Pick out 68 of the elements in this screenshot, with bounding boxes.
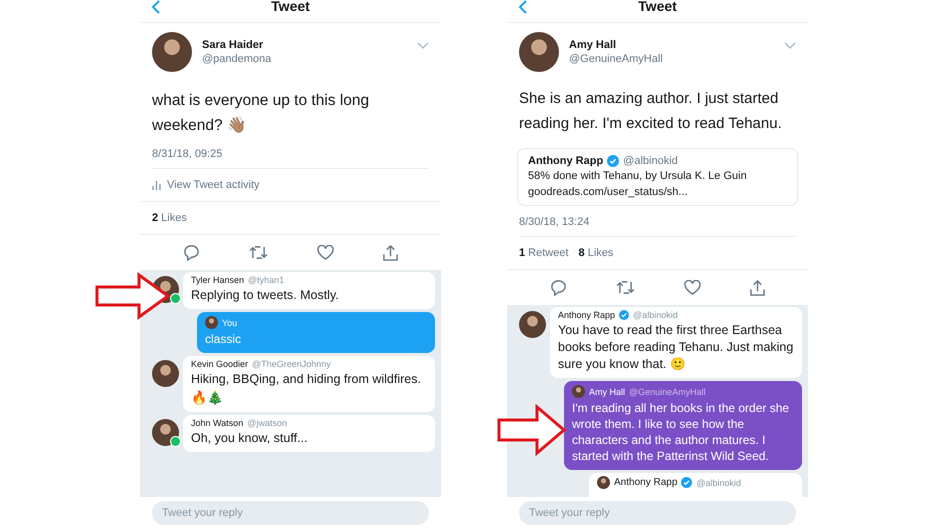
share-icon[interactable] (383, 244, 398, 260)
outline-arrow-icon (95, 272, 171, 320)
author-name: Sara Haider (202, 39, 264, 51)
reply-card[interactable]: Kevin Goodier @TheGreenJohnny Hiking, BBQing, and hiding from wildfires. 🔥🎄 (183, 356, 435, 412)
reply-author-handle: @albinokid (633, 310, 678, 320)
emoji-text: 🔥🎄 (191, 389, 224, 407)
reply-author-handle: @TheGreenJohnny (252, 359, 331, 369)
reply-author-name: Amy Hall (589, 386, 626, 396)
view-activity-link[interactable]: View Tweet activity (167, 179, 260, 191)
avatar (519, 32, 559, 72)
reply-author-handle: @albinokid (696, 478, 742, 488)
retweet-icon[interactable] (248, 245, 268, 260)
reply-text: Replying to tweets. Mostly. (191, 287, 340, 304)
reply-text: classic (205, 331, 242, 347)
bar-chart-icon (152, 180, 161, 190)
heart-icon[interactable] (684, 280, 702, 295)
tweet-timestamp: 8/30/18, 13:24 (519, 216, 796, 237)
avatar (519, 311, 546, 338)
avatar (152, 419, 179, 446)
reply-author-name: John Watson (191, 418, 244, 428)
reply-author-handle: @GenuineAmyHall (629, 386, 706, 396)
reply-text: You have to read the first three Earthsea books before reading Tehanu. Just making sure you know that. 🙂 (558, 322, 794, 373)
quoted-tweet-card[interactable]: Anthony Rapp @albinokid 58% done with Tehanu, by Ursula K. Le Guin goodreads.com/user_status/sh... (517, 148, 798, 206)
reply-text: Oh, you know, stuff... (191, 430, 308, 447)
reply-author-name: Kevin Goodier (191, 359, 248, 369)
own-message-bubble[interactable]: Amy Hall @GenuineAmyHall I'm reading all her books in the order she wrote them. I like to see how the characters and the author matures. I started with the Patterinst Wild Seed. (564, 381, 802, 470)
reply-author-name: Tyler Hansen (191, 275, 244, 285)
back-icon[interactable] (519, 0, 527, 14)
stat-count[interactable]: 8 Likes (578, 247, 614, 259)
author-handle: @GenuineAmyHall (569, 53, 664, 65)
quoted-author-name: Anthony Rapp (528, 155, 604, 167)
outline-arrow-icon (497, 404, 567, 456)
reply-card[interactable]: Tyler Hansen @tyhan1 Replying to tweets. Mostly. (183, 272, 435, 309)
reply-author-name: Anthony Rapp (558, 310, 616, 320)
screen-title: Tweet (271, 0, 310, 13)
reply-text: I'm reading all her books in the order she wrote them. I like to see how the characters and the author matures. I started with the Patterinst Wild Seed. (572, 400, 790, 464)
reply-icon[interactable] (182, 244, 200, 261)
screen-title: Tweet (638, 0, 677, 13)
stat-count[interactable]: 2 Likes (152, 212, 187, 224)
retweet-icon[interactable] (616, 280, 635, 295)
reply-card[interactable]: Anthony Rapp @albinokid (589, 473, 802, 497)
back-icon[interactable] (152, 0, 160, 14)
reply-author-name: Anthony Rapp (614, 477, 678, 488)
reply-input-field[interactable]: Tweet your reply (519, 501, 796, 525)
reply-author-handle: @tyhan1 (248, 275, 284, 285)
quoted-tweet-text: 58% done with Tehanu, by Ursula K. Le Guin (528, 169, 748, 183)
reply-card[interactable]: Anthony Rapp @albinokid You have to read the first three Earthsea books before reading Tehanu. Just making sure you know that. 🙂 (550, 307, 802, 378)
reply-author-name: You (222, 318, 238, 328)
heart-icon[interactable] (317, 245, 334, 260)
tweet-text: She is an amazing author. I just started reading her. I'm excited to read Tehanu. (519, 89, 783, 134)
avatar (597, 476, 610, 489)
reply-input-field[interactable]: Tweet your reply (152, 501, 429, 525)
reply-icon[interactable] (550, 279, 567, 296)
author-handle: @pandemona (202, 53, 272, 65)
tweet-timestamp: 8/31/18, 09:25 (152, 148, 429, 169)
reply-text: Hiking, BBQing, and hiding from wildfires. (191, 371, 422, 388)
quoted-link[interactable]: goodreads.com/user_status/sh... (528, 185, 787, 199)
avatar (205, 316, 218, 329)
author-name: Amy Hall (569, 39, 618, 51)
tweet-text: what is everyone up to this long weekend? 👋🏽 (152, 91, 370, 136)
avatar (152, 360, 179, 387)
stat-count[interactable]: 1 Retweet (519, 247, 569, 259)
reply-author-handle: @jwatson (247, 418, 287, 428)
avatar (572, 385, 585, 398)
share-icon[interactable] (750, 280, 766, 296)
avatar (152, 32, 192, 72)
reply-card[interactable]: John Watson @jwatson Oh, you know, stuff... (183, 415, 435, 452)
quoted-author-handle: @albinokid (623, 155, 678, 167)
